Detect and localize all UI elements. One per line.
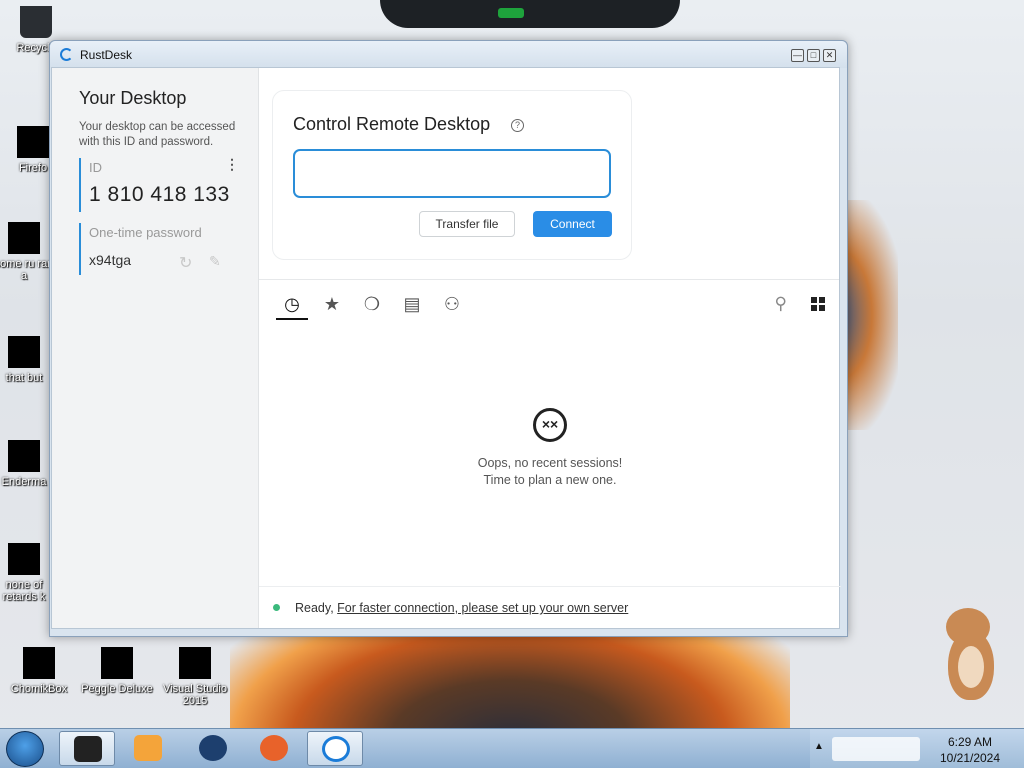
title-bar[interactable]: RustDesk — □ ✕ bbox=[50, 41, 847, 68]
chomikbox-icon bbox=[23, 647, 55, 679]
tab-address-book[interactable]: ▤ bbox=[396, 290, 428, 320]
password-section: One-time password x94tga ↻ ✎ bbox=[79, 223, 241, 275]
password-label: One-time password bbox=[89, 225, 202, 240]
left-pane: Your Desktop Your desktop can be accesse… bbox=[52, 68, 259, 628]
desktop-icon-enderman[interactable]: Enderma bbox=[0, 440, 54, 488]
id-value[interactable]: 1 810 418 133 bbox=[89, 183, 241, 207]
peggle-icon bbox=[101, 647, 133, 679]
file-icon bbox=[8, 336, 40, 368]
your-desktop-description: Your desktop can be accessed with this I… bbox=[79, 121, 236, 148]
show-hidden-icons-icon[interactable]: ▲ bbox=[814, 741, 824, 752]
rustdesk-icon bbox=[322, 736, 350, 762]
clock-icon: ◷ bbox=[284, 294, 300, 314]
start-button[interactable] bbox=[6, 731, 44, 767]
minimize-button[interactable]: — bbox=[791, 49, 804, 62]
tab-discovered[interactable]: ❍ bbox=[356, 290, 388, 320]
firefox-icon bbox=[17, 126, 49, 158]
visual-studio-icon bbox=[179, 647, 211, 679]
clock-time: 6:29 AM bbox=[947, 735, 993, 749]
clock-date: 10/21/2024 bbox=[939, 751, 1001, 765]
search-icon[interactable]: ⚲ bbox=[775, 290, 787, 318]
divider bbox=[259, 279, 839, 280]
file-icon bbox=[8, 440, 40, 472]
desktop-icon-that-but[interactable]: that but bbox=[0, 336, 54, 384]
recycle-bin-icon bbox=[20, 6, 52, 38]
id-section: ID 1 810 418 133 ⋮ bbox=[79, 157, 241, 212]
desktop-icon-some[interactable]: some ru ran a bbox=[0, 222, 54, 282]
tab-favorites[interactable]: ★ bbox=[316, 290, 348, 320]
compass-icon: ❍ bbox=[363, 294, 381, 314]
desktop-icon-none-of[interactable]: none of retards k bbox=[0, 543, 54, 603]
maximize-icon: □ bbox=[810, 50, 817, 60]
rustdesk-window: RustDesk — □ ✕ Your Desktop Your desktop… bbox=[49, 40, 848, 637]
taskbar-item-rustdesk[interactable] bbox=[307, 731, 363, 766]
status-bar: Ready, For faster connection, please set… bbox=[259, 586, 841, 630]
taskbar-item-firefox[interactable] bbox=[246, 731, 302, 766]
firefox-icon bbox=[260, 735, 288, 761]
peer-tabs: ◷ ★ ❍ ▤ ⚇ ⚲ bbox=[274, 290, 829, 324]
remote-id-input[interactable] bbox=[293, 149, 611, 198]
wallpaper-top bbox=[380, 0, 680, 28]
group-icon: ⚇ bbox=[443, 294, 461, 314]
media-player-icon bbox=[134, 735, 162, 761]
clock[interactable]: 6:29 AM 10/21/2024 bbox=[930, 734, 1010, 766]
window-content: Your Desktop Your desktop can be accesse… bbox=[51, 67, 841, 630]
setup-server-link[interactable]: For faster connection, please set up you… bbox=[337, 601, 628, 615]
desktop-icon-chomikbox[interactable]: ChomikBox bbox=[0, 647, 78, 695]
close-icon: ✕ bbox=[825, 50, 834, 60]
taskbar-item-globe[interactable] bbox=[185, 731, 241, 766]
desktop-icon-peggle[interactable]: Peggle Deluxe bbox=[78, 647, 156, 695]
grid-view-icon[interactable] bbox=[811, 297, 825, 311]
sad-face-icon: ×× bbox=[533, 408, 567, 442]
minimize-icon: — bbox=[793, 50, 802, 60]
your-desktop-title: Your Desktop bbox=[79, 88, 187, 108]
rustdesk-logo-icon bbox=[60, 48, 73, 61]
id-label: ID bbox=[89, 160, 102, 175]
file-icon bbox=[8, 543, 40, 575]
tray-icons[interactable] bbox=[832, 737, 920, 761]
close-button[interactable]: ✕ bbox=[823, 49, 836, 62]
status-indicator bbox=[273, 604, 280, 611]
file-icon bbox=[8, 222, 40, 254]
control-remote-desktop-title: Control Remote Desktop bbox=[293, 114, 491, 134]
taskbar-item-1[interactable] bbox=[59, 731, 115, 766]
star-icon: ★ bbox=[323, 294, 341, 314]
address-book-icon: ▤ bbox=[403, 294, 421, 314]
edit-icon[interactable]: ✎ bbox=[209, 253, 221, 270]
help-icon[interactable]: ? bbox=[511, 119, 524, 132]
taskbar: ▲ 6:29 AM 10/21/2024 bbox=[0, 728, 1024, 768]
desktop-icon-visual-studio[interactable]: Visual Studio 2015 bbox=[156, 647, 234, 707]
empty-message-line1: Oops, no recent sessions! bbox=[477, 456, 623, 470]
window-title: RustDesk bbox=[80, 48, 133, 62]
refresh-icon[interactable]: ↻ bbox=[179, 253, 192, 273]
app-icon bbox=[74, 736, 102, 762]
status-ready: Ready, bbox=[295, 601, 338, 615]
empty-state: ×× Oops, no recent sessions! Time to pla… bbox=[259, 408, 841, 487]
wallpaper-led bbox=[498, 8, 524, 18]
globe-icon bbox=[199, 735, 227, 761]
connect-card: Control Remote Desktop ? Transfer file C… bbox=[272, 90, 632, 260]
empty-message-line2: Time to plan a new one. bbox=[483, 473, 617, 487]
transfer-file-button[interactable]: Transfer file bbox=[419, 211, 515, 237]
tab-group[interactable]: ⚇ bbox=[436, 290, 468, 320]
maximize-button[interactable]: □ bbox=[807, 49, 820, 62]
more-options-icon[interactable]: ⋮ bbox=[225, 157, 239, 171]
hamster-image bbox=[942, 608, 1004, 708]
system-tray: ▲ 6:29 AM 10/21/2024 bbox=[810, 729, 1024, 768]
status-text: Ready, For faster connection, please set… bbox=[295, 601, 628, 615]
connect-button[interactable]: Connect bbox=[533, 211, 612, 237]
tab-recent-sessions[interactable]: ◷ bbox=[276, 290, 308, 320]
taskbar-item-media[interactable] bbox=[120, 731, 176, 766]
